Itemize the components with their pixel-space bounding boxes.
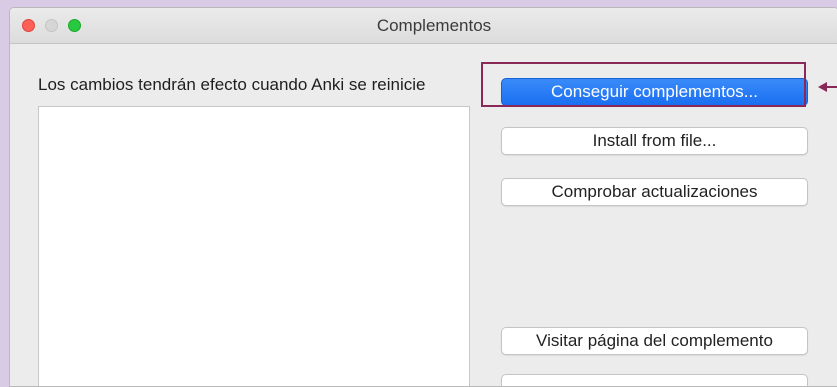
title-bar[interactable]: Complementos <box>10 8 837 44</box>
visit-addon-page-button[interactable]: Visitar página del complemento <box>501 327 808 355</box>
partial-bottom-button[interactable] <box>501 374 808 386</box>
get-addons-button[interactable]: Conseguir complementos... <box>501 78 808 106</box>
check-updates-button[interactable]: Comprobar actualizaciones <box>501 178 808 206</box>
window-title: Complementos <box>376 16 492 35</box>
addons-list[interactable] <box>38 106 470 386</box>
restart-notice-text: Los cambios tendrán efecto cuando Anki s… <box>38 75 426 94</box>
install-from-file-button[interactable]: Install from file... <box>501 127 808 155</box>
addons-dialog-window: Complementos Los cambios tendrán efecto … <box>9 7 837 387</box>
